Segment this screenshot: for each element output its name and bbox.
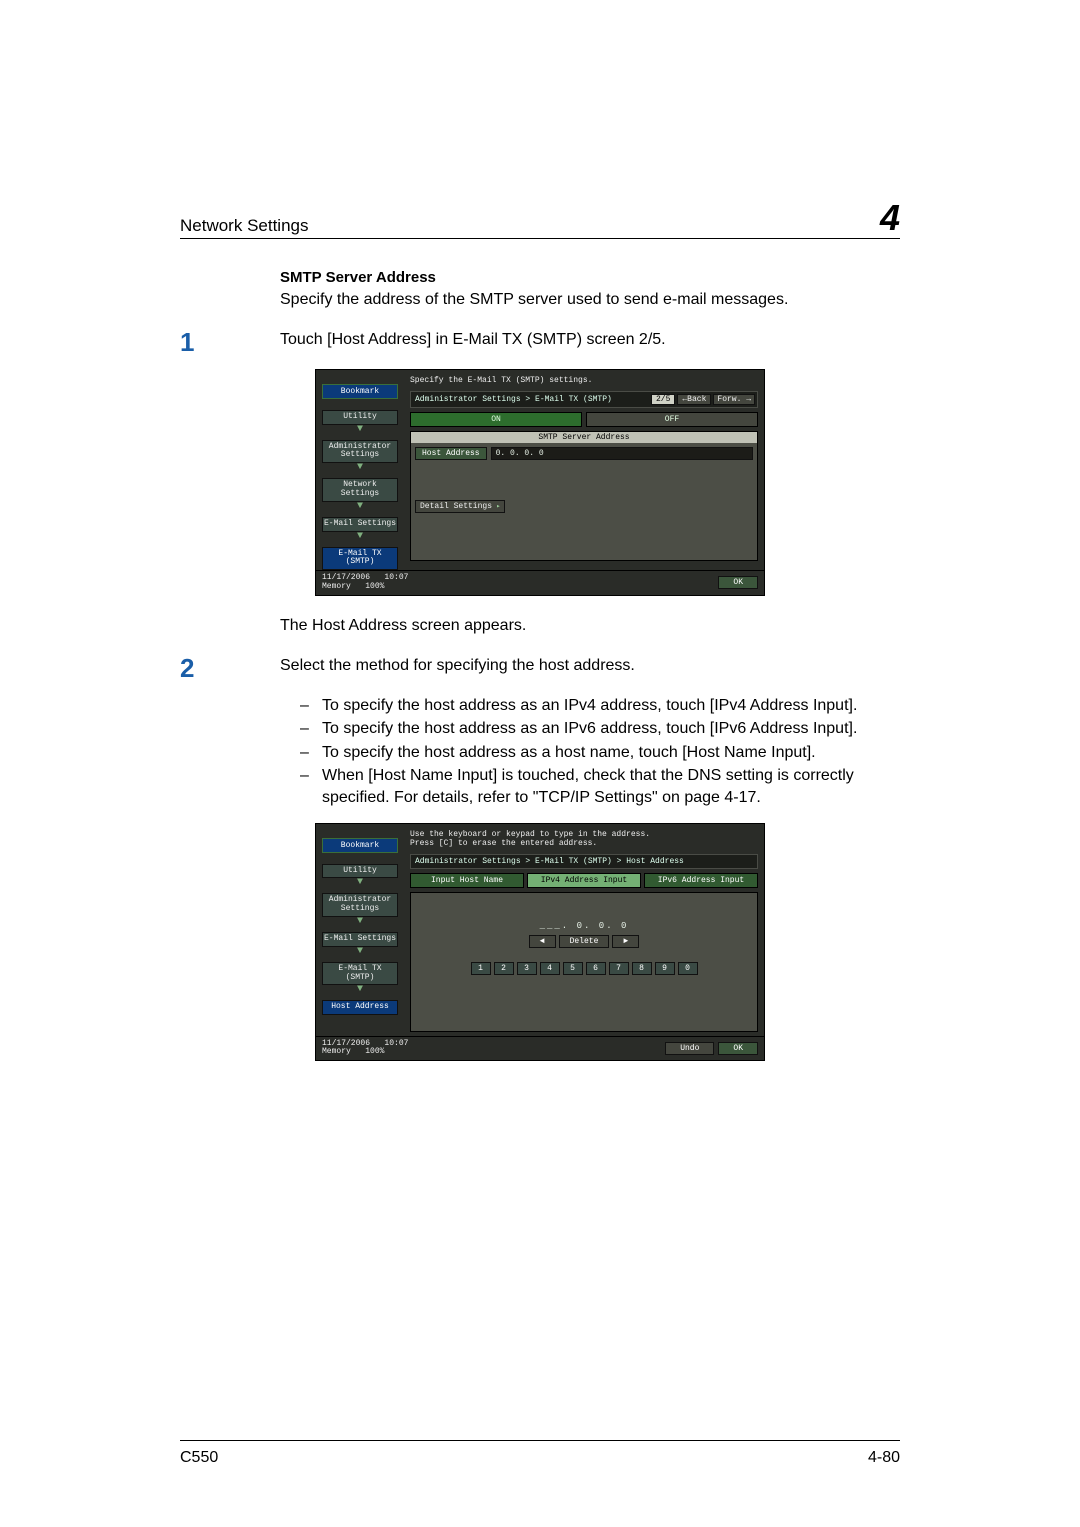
cursor-left-button[interactable]: ◄ bbox=[529, 935, 556, 948]
cursor-right-button[interactable]: ► bbox=[612, 935, 639, 948]
ok-button[interactable]: OK bbox=[718, 1042, 758, 1055]
nav-utility[interactable]: Utility bbox=[322, 410, 398, 425]
device-screen-1: Bookmark Utility ▼ Administrator Setting… bbox=[315, 369, 765, 596]
nav-admin-settings[interactable]: Administrator Settings bbox=[322, 893, 398, 917]
chevron-down-icon: ▼ bbox=[322, 916, 398, 927]
chapter-number: 4 bbox=[880, 200, 900, 236]
status-mem-label: Memory bbox=[322, 1047, 351, 1056]
breadcrumb: Administrator Settings > E-Mail TX (SMTP… bbox=[413, 857, 755, 866]
dash-icon: – bbox=[300, 718, 322, 740]
step-1-number: 1 bbox=[180, 329, 280, 355]
step-2-bullets: –To specify the host address as an IPv4 … bbox=[300, 695, 900, 809]
page-indicator: 2/5 bbox=[651, 394, 675, 405]
nav-host-address[interactable]: Host Address bbox=[322, 1000, 398, 1015]
numkey-8[interactable]: 8 bbox=[632, 962, 652, 975]
numkey-6[interactable]: 6 bbox=[586, 962, 606, 975]
page-footer: C550 4-80 bbox=[180, 1440, 900, 1467]
ip-display: ___. 0. 0. 0 bbox=[415, 921, 753, 931]
footer-page: 4-80 bbox=[868, 1449, 900, 1467]
header-title: Network Settings bbox=[180, 216, 309, 236]
nav-network-settings[interactable]: Network Settings bbox=[322, 478, 398, 502]
numkey-9[interactable]: 9 bbox=[655, 962, 675, 975]
bookmark-button[interactable]: Bookmark bbox=[322, 384, 398, 399]
numkey-3[interactable]: 3 bbox=[517, 962, 537, 975]
bullet-3: To specify the host address as a host na… bbox=[322, 742, 900, 764]
chevron-down-icon: ▼ bbox=[322, 946, 398, 957]
bookmark-button[interactable]: Bookmark bbox=[322, 838, 398, 853]
chevron-down-icon: ▼ bbox=[322, 501, 398, 512]
bullet-1: To specify the host address as an IPv4 a… bbox=[322, 695, 900, 717]
status-mem-val: 100% bbox=[365, 582, 384, 591]
page-header: Network Settings 4 bbox=[180, 200, 900, 239]
status-time: 10:07 bbox=[384, 1039, 408, 1048]
step-2-number: 2 bbox=[180, 655, 280, 681]
tab-ipv6-input[interactable]: IPv6 Address Input bbox=[644, 873, 758, 888]
status-date: 11/17/2006 bbox=[322, 1039, 370, 1048]
nav-admin-settings[interactable]: Administrator Settings bbox=[322, 440, 398, 464]
back-button[interactable]: ←Back bbox=[677, 394, 711, 405]
step-1-text: Touch [Host Address] in E-Mail TX (SMTP)… bbox=[280, 329, 900, 351]
nav-email-tx-smtp[interactable]: E-Mail TX (SMTP) bbox=[322, 962, 398, 986]
nav-email-settings[interactable]: E-Mail Settings bbox=[322, 517, 398, 532]
detail-settings-button[interactable]: Detail Settings bbox=[415, 500, 505, 513]
breadcrumb-bar: Administrator Settings > E-Mail TX (SMTP… bbox=[410, 854, 758, 869]
nav-utility[interactable]: Utility bbox=[322, 864, 398, 879]
breadcrumb-bar: Administrator Settings > E-Mail TX (SMTP… bbox=[410, 391, 758, 408]
undo-button[interactable]: Undo bbox=[665, 1042, 714, 1055]
step-2: 2 Select the method for specifying the h… bbox=[180, 655, 900, 681]
nav-email-tx-smtp[interactable]: E-Mail TX (SMTP) bbox=[322, 547, 398, 571]
numkey-4[interactable]: 4 bbox=[540, 962, 560, 975]
numkey-0[interactable]: 0 bbox=[678, 962, 698, 975]
status-mem-label: Memory bbox=[322, 582, 351, 591]
numkey-2[interactable]: 2 bbox=[494, 962, 514, 975]
step-2-text: Select the method for specifying the hos… bbox=[280, 655, 900, 677]
bullet-4: When [Host Name Input] is touched, check… bbox=[322, 765, 900, 808]
step-1: 1 Touch [Host Address] in E-Mail TX (SMT… bbox=[180, 329, 900, 355]
nav-email-settings[interactable]: E-Mail Settings bbox=[322, 932, 398, 947]
device-screen-2: Bookmark Utility ▼ Administrator Setting… bbox=[315, 823, 765, 1062]
numkey-5[interactable]: 5 bbox=[563, 962, 583, 975]
status-time: 10:07 bbox=[384, 573, 408, 582]
ok-button[interactable]: OK bbox=[718, 576, 758, 589]
chevron-down-icon: ▼ bbox=[322, 424, 398, 435]
screen-instruction: Use the keyboard or keypad to type in th… bbox=[410, 828, 758, 854]
forward-button[interactable]: Forw. → bbox=[713, 394, 755, 405]
dash-icon: – bbox=[300, 765, 322, 808]
host-address-button[interactable]: Host Address bbox=[415, 447, 487, 460]
off-tab[interactable]: OFF bbox=[586, 412, 758, 427]
chevron-down-icon: ▼ bbox=[322, 877, 398, 888]
screen-instruction: Specify the E-Mail TX (SMTP) settings. bbox=[410, 374, 758, 391]
chevron-down-icon: ▼ bbox=[322, 984, 398, 995]
tab-ipv4-input[interactable]: IPv4 Address Input bbox=[527, 873, 641, 888]
host-address-field[interactable]: 0. 0. 0. 0 bbox=[491, 447, 753, 460]
chevron-down-icon: ▼ bbox=[322, 531, 398, 542]
status-footer: 11/17/2006 10:07 Memory 100% bbox=[322, 574, 714, 592]
dash-icon: – bbox=[300, 695, 322, 717]
section-intro: Specify the address of the SMTP server u… bbox=[280, 290, 900, 311]
step-1-after: The Host Address screen appears. bbox=[280, 616, 900, 637]
on-tab[interactable]: ON bbox=[410, 412, 582, 427]
chevron-down-icon: ▼ bbox=[322, 462, 398, 473]
section-title: SMTP Server Address bbox=[280, 269, 900, 286]
status-mem-val: 100% bbox=[365, 1047, 384, 1056]
status-date: 11/17/2006 bbox=[322, 573, 370, 582]
numkey-7[interactable]: 7 bbox=[609, 962, 629, 975]
panel-title: SMTP Server Address bbox=[411, 432, 757, 443]
status-footer: 11/17/2006 10:07 Memory 100% bbox=[322, 1040, 661, 1058]
tab-input-host-name[interactable]: Input Host Name bbox=[410, 873, 524, 888]
dash-icon: – bbox=[300, 742, 322, 764]
numkey-1[interactable]: 1 bbox=[471, 962, 491, 975]
delete-button[interactable]: Delete bbox=[559, 935, 610, 948]
footer-model: C550 bbox=[180, 1449, 218, 1467]
bullet-2: To specify the host address as an IPv6 a… bbox=[322, 718, 900, 740]
breadcrumb: Administrator Settings > E-Mail TX (SMTP… bbox=[413, 395, 649, 404]
